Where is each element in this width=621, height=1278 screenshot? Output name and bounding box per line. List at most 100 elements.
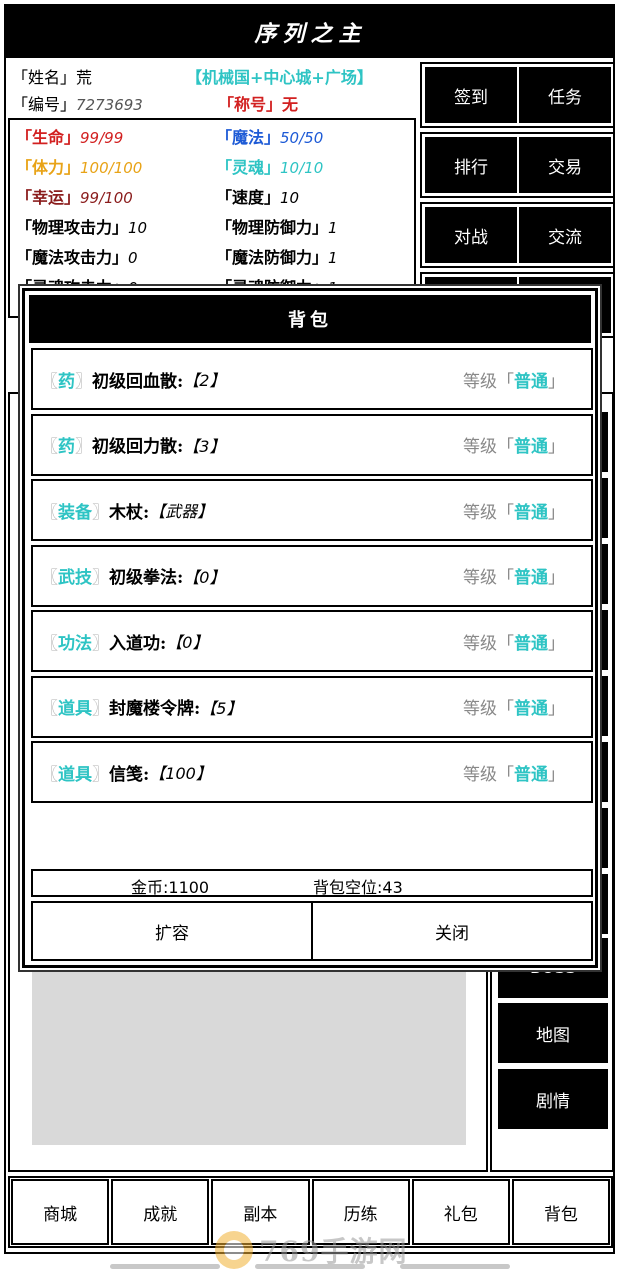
bag-modal: 背包 〖药〗初级回血散: 【2】 等级「 普通」〖药〗初级回力散: 【3】 等级「 普通」〖… — [22, 288, 598, 968]
level-close: 」 — [548, 437, 565, 457]
stat-value: 99/100 — [80, 189, 133, 207]
item-name: 封魔楼令牌: — [109, 699, 201, 719]
checkin-button[interactable]: 签到 — [425, 67, 517, 123]
ranking-button[interactable]: 排行 — [425, 137, 517, 193]
item-category: 装备 — [58, 502, 92, 523]
id-value: 7273693 — [76, 96, 143, 114]
stat-label: 「魔法防御力」 — [216, 248, 329, 267]
stat-value: 10 — [280, 189, 300, 207]
stat-row: 「魔法防御力」1 — [216, 244, 338, 268]
stat-value: 1 — [328, 219, 338, 237]
item-category: 道具 — [58, 699, 92, 719]
item-category: 武技 — [58, 568, 92, 588]
trade-button[interactable]: 交易 — [519, 137, 611, 193]
side-row: 对战 交流 — [420, 202, 615, 268]
stat-value: 10/10 — [280, 159, 324, 177]
item-category: 药 — [58, 371, 75, 392]
stat-value: 50/50 — [280, 129, 324, 147]
bracket-open: 〖 — [41, 371, 58, 392]
bag-item[interactable]: 〖功法〗入道功: 【0】 等级「 普通」 — [31, 610, 593, 672]
nav-shop[interactable]: 商城 — [11, 1179, 110, 1245]
bag-status: 金币:1100 背包空位:43 — [31, 869, 593, 897]
gesture-bar — [400, 1264, 510, 1269]
bracket-close: 〗 — [75, 437, 92, 457]
scene-panel — [32, 940, 466, 1145]
item-category: 道具 — [58, 764, 92, 785]
stat-row: 「物理防御力」1 — [216, 214, 338, 238]
bracket-close: 〗 — [92, 502, 109, 523]
stat-row: 「灵魂」10/10 — [216, 154, 323, 178]
level-close: 」 — [548, 633, 565, 654]
location-text[interactable]: 【机械国+中心城+广场】 — [186, 64, 373, 88]
stat-row: 「物理攻击力」10 — [16, 214, 147, 238]
item-quantity: 【武器】 — [149, 502, 214, 521]
item-name: 初级回力散: — [92, 437, 184, 457]
nav-bag[interactable]: 背包 — [511, 1179, 611, 1245]
stat-row: 「速度」10 — [216, 184, 299, 208]
bracket-close: 〗 — [92, 764, 109, 785]
level-value: 普通 — [514, 371, 548, 392]
stat-value: 1 — [328, 249, 338, 267]
stat-value: 100/100 — [80, 159, 143, 177]
level-value: 普通 — [514, 699, 548, 719]
level-label: 等级「 — [463, 437, 514, 457]
level-close: 」 — [548, 502, 565, 523]
level-close: 」 — [548, 764, 565, 785]
stat-label: 「体力」 — [16, 158, 81, 177]
bracket-open: 〖 — [41, 568, 58, 588]
item-name: 木杖: — [109, 502, 150, 523]
name-value: 荒 — [76, 68, 93, 87]
item-name: 初级回血散: — [92, 371, 184, 392]
level-label: 等级「 — [463, 502, 514, 523]
story-button[interactable]: 剧情 — [498, 1069, 608, 1129]
id-label: 「编号」 — [12, 95, 77, 114]
bag-item[interactable]: 〖武技〗初级拳法: 【0】 等级「 普通」 — [31, 544, 593, 607]
bag-item[interactable]: 〖药〗初级回力散: 【3】 等级「 普通」 — [31, 413, 593, 476]
bracket-close: 〗 — [92, 568, 109, 588]
quest-button[interactable]: 任务 — [519, 67, 611, 123]
level-close: 」 — [548, 371, 565, 392]
stat-label: 「速度」 — [216, 188, 281, 207]
app-title: 序列之主 — [6, 6, 615, 58]
rank-label: 「称号」 — [218, 95, 283, 114]
stat-label: 「生命」 — [16, 128, 81, 147]
stat-label: 「物理攻击力」 — [16, 218, 129, 237]
level-label: 等级「 — [463, 371, 514, 392]
level-value: 普通 — [514, 568, 548, 588]
level-close: 」 — [548, 568, 565, 588]
expand-button[interactable]: 扩容 — [33, 903, 311, 959]
bracket-open: 〖 — [41, 502, 58, 523]
nav-achievements[interactable]: 成就 — [111, 1179, 210, 1245]
chat-button[interactable]: 交流 — [519, 207, 611, 263]
bracket-close: 〗 — [92, 633, 109, 654]
bag-item[interactable]: 〖装备〗木杖: 【武器】 等级「 普通」 — [31, 479, 593, 541]
nav-gift[interactable]: 礼包 — [411, 1179, 510, 1245]
bag-item[interactable]: 〖道具〗封魔楼令牌: 【5】 等级「 普通」 — [31, 675, 593, 738]
item-name: 入道功: — [109, 633, 167, 654]
name-label: 「姓名」 — [12, 68, 77, 87]
bag-actions: 扩容 关闭 — [31, 901, 593, 961]
side-row: 排行 交易 — [420, 132, 615, 198]
stat-value: 99/99 — [80, 129, 124, 147]
stat-row: 「幸运」99/100 — [16, 184, 133, 208]
stat-value: 10 — [128, 219, 148, 237]
map-button[interactable]: 地图 — [498, 1003, 608, 1063]
level-label: 等级「 — [463, 699, 514, 719]
item-category: 药 — [58, 437, 75, 457]
bag-title: 背包 — [29, 295, 591, 343]
item-quantity: 【0】 — [166, 633, 209, 652]
stat-label: 「物理防御力」 — [216, 218, 329, 237]
item-quantity: 【100】 — [149, 764, 212, 783]
stat-row: 「生命」99/99 — [16, 124, 123, 148]
close-button[interactable]: 关闭 — [311, 903, 591, 959]
level-label: 等级「 — [463, 633, 514, 654]
battle-button[interactable]: 对战 — [425, 207, 517, 263]
watermark-logo-icon — [215, 1231, 253, 1269]
gold-text: 金币:1100 — [131, 878, 210, 897]
bag-item[interactable]: 〖药〗初级回血散: 【2】 等级「 普通」 — [31, 348, 593, 410]
item-quantity: 【3】 — [183, 436, 226, 456]
slots-text: 背包空位:43 — [313, 878, 403, 897]
bag-item[interactable]: 〖道具〗信笺: 【100】 等级「 普通」 — [31, 741, 593, 803]
bracket-open: 〖 — [41, 699, 58, 719]
rank-value: 无 — [282, 95, 299, 114]
